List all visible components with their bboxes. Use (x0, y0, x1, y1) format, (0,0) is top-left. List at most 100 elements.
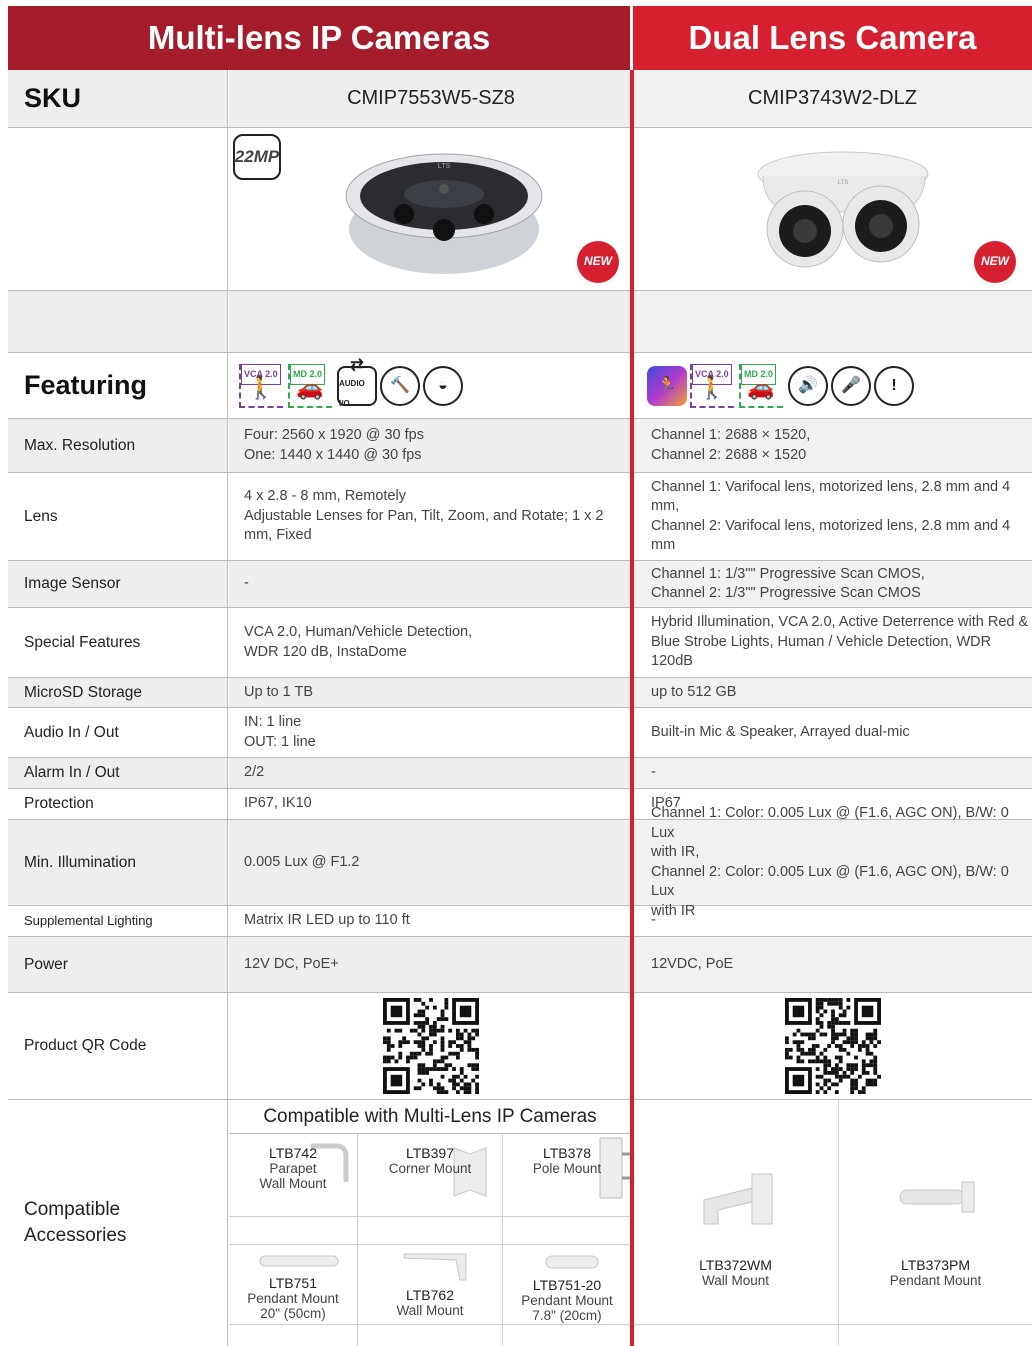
spec-label: Supplemental Lighting (8, 906, 228, 936)
22mp-badge: 22MP (233, 134, 281, 180)
multi-lens-camera-image: LTS (345, 153, 543, 274)
featuring-row: Featuring VCA 2.0 🚶 MD 2.0 🚗 ⇄ AUDIO I/O… (8, 353, 1032, 419)
blank-row (8, 291, 1032, 353)
accessory-item[interactable]: LTB397 Corner Mount (358, 1146, 502, 1177)
spec-right-value: Built-in Mic & Speaker, Arrayed dual-mic (651, 723, 910, 740)
accessory-desc: Wall Mount (396, 1303, 464, 1318)
header-dual-lens: Dual Lens Camera (633, 6, 1032, 70)
accessory-item[interactable]: LTB751 Pendant Mount 20" (50cm) (229, 1275, 357, 1322)
spec-row: Power 12V DC, PoE+ 12VDC, PoE (8, 937, 1032, 993)
vca-icon: VCA 2.0 🚶 (239, 363, 285, 408)
accessory-sku: LTB378 (543, 1145, 591, 1161)
spec-right-value: Channel 1: Color: 0.005 Lux @ (F1.6, AGC… (633, 805, 1032, 919)
featuring-label: Featuring (8, 353, 228, 418)
qr-code-right[interactable] (784, 998, 881, 1094)
spec-left-value: Up to 1 TB (229, 678, 633, 707)
accessory-item[interactable]: LTB373PM Pendant Mount (839, 1258, 1032, 1289)
microphone-icon: 🎤 (831, 365, 871, 406)
spec-left-value: Matrix IR LED up to 110 ft (244, 912, 410, 929)
accessory-item[interactable]: LTB751-20 Pendant Mount 7.8" (20cm) (503, 1277, 631, 1324)
accessory-desc: Corner Mount (388, 1161, 472, 1176)
accessory-sku: LTB751-20 (532, 1277, 602, 1293)
spec-label: Min. Illumination (8, 820, 228, 905)
featuring-left-icons: VCA 2.0 🚶 MD 2.0 🚗 ⇄ AUDIO I/O 🔨 ◒ (229, 353, 633, 418)
spec-row: Special Features VCA 2.0, Human/Vehicle D… (8, 608, 1032, 678)
spec-row: Max. Resolution Four: 2560 x 1920 @ 30 fp… (8, 419, 1032, 473)
accessory-desc: Wall Mount (701, 1273, 770, 1288)
md-icon: MD 2.0 🚗 (288, 363, 334, 408)
spec-label: Special Features (8, 608, 228, 677)
qr-code-left[interactable] (383, 998, 479, 1094)
accessory-desc: Parapet Wall Mount (259, 1161, 327, 1191)
wall-mount-762-image (403, 1253, 467, 1281)
spec-row: MicroSD Storage Up to 1 TB up to 512 GB (8, 678, 1032, 708)
blank-right (633, 291, 1032, 352)
spec-label: MicroSD Storage (8, 678, 228, 707)
new-badge-right: NEW (974, 241, 1016, 283)
accessory-desc: Pole Mount (532, 1161, 602, 1176)
spec-left-value: 2/2 (229, 758, 633, 788)
pendant-mount-20-image (259, 1255, 339, 1267)
image-label-empty (8, 128, 228, 290)
header-multi-lens-title: Multi-lens IP Cameras (147, 19, 491, 56)
accessory-sku: LTB742 (269, 1145, 317, 1161)
spec-left-value: 4 x 2.8 - 8 mm, Remotely Adjustable Lens… (244, 488, 604, 544)
spec-right-value: Channel 1: 1/3"" Progressive Scan CMOS, … (633, 561, 1032, 607)
sku-left: CMIP7553W5-SZ8 (229, 70, 633, 127)
spec-left-value: 12V DC, PoE+ (229, 937, 633, 992)
qr-left-cell (229, 993, 633, 1099)
hybrid-light-icon: 🏃 (647, 365, 687, 406)
accessory-sku: LTB762 (406, 1287, 454, 1303)
accessory-item[interactable]: LTB372WM Wall Mount (633, 1258, 838, 1289)
speaker-icon: 🔊 (788, 365, 828, 406)
spec-row: Min. Illumination 0.005 Lux @ F1.2 Channel… (8, 805, 1032, 919)
spec-right-value: 12VDC, PoE (633, 937, 1032, 992)
blank-left (229, 291, 633, 352)
featuring-right-icons: 🏃 VCA 2.0 🚶 MD 2.0 🚗 🔊 🎤 ! (633, 353, 1032, 418)
accessory-item[interactable]: LTB762 Wall Mount (358, 1287, 502, 1319)
spec-label: Power (8, 937, 228, 992)
spec-left-value: Four: 2560 x 1920 @ 30 fps One: 1440 x 1… (229, 419, 633, 472)
spec-label: Audio In / Out (8, 708, 228, 757)
vandal-resistant-icon: 🔨 (380, 365, 420, 406)
spec-row: Alarm In / Out 2/2- (8, 758, 1032, 789)
header-multi-lens: Multi-lens IP Cameras (8, 6, 630, 70)
spec-label: Protection (8, 789, 228, 819)
accessory-desc: Pendant Mount 7.8" (20cm) (521, 1293, 613, 1323)
spec-right-value: Hybrid Illumination, VCA 2.0, Active Det… (651, 614, 1029, 670)
header-dual-lens-title: Dual Lens Camera (688, 19, 977, 56)
spec-left-value: IN: 1 line OUT: 1 line (244, 714, 316, 750)
spec-left-value: 0.005 Lux @ F1.2 (229, 820, 633, 905)
product-image-row: 22MP LTS NEW LTS NEW (8, 128, 1032, 291)
pendant-mount-7-image (545, 1255, 599, 1269)
sku-right: CMIP3743W2-DLZ (633, 70, 1032, 127)
accessory-sku: LTB751 (269, 1275, 317, 1291)
qr-row: Product QR Code (8, 993, 1032, 1100)
sku-label: SKU (8, 70, 228, 127)
sku-row: SKU CMIP7553W5-SZ8 CMIP3743W2-DLZ (8, 70, 1032, 128)
accessories-label: Compatible Accessories (8, 1100, 228, 1346)
accessories-row: Compatible Accessories Compatible with M… (8, 1100, 1032, 1346)
accessory-item[interactable]: LTB742 Parapet Wall Mount (229, 1145, 357, 1192)
strobe-alarm-icon: ! (874, 365, 914, 406)
spec-label: Max. Resolution (8, 419, 228, 472)
blank-label (8, 291, 228, 352)
md-icon-right: MD 2.0 🚗 (739, 363, 785, 408)
spec-row: Image Sensor - Channel 1: 1/3"" Progressiv… (8, 561, 1032, 608)
pendant-mount-373-image (899, 1181, 975, 1213)
spec-right-value: - (651, 912, 656, 929)
vca-icon-right: VCA 2.0 🚶 (690, 363, 736, 408)
spec-row: Audio In / Out IN: 1 line OUT: 1 line Buil… (8, 708, 1032, 758)
spec-label: Alarm In / Out (8, 758, 228, 788)
qr-right-cell (633, 993, 1032, 1099)
accessory-item[interactable]: LTB378 Pole Mount (503, 1145, 631, 1177)
spec-row: Lens 4 x 2.8 - 8 mm, Remotely Adjustable … (8, 473, 1032, 561)
comparison-sheet: Multi-lens IP Cameras Dual Lens Camera S… (8, 6, 1032, 1346)
new-badge-left: NEW (577, 241, 619, 283)
spec-label: Lens (8, 473, 228, 560)
spec-right-value: - (633, 758, 1032, 788)
spec-label: Image Sensor (8, 561, 228, 607)
left-product-image: 22MP LTS NEW (229, 128, 633, 290)
spec-right-value: Channel 1: 2688 × 1520, Channel 2: 2688 … (633, 419, 1032, 472)
wall-mount-372-image (703, 1173, 773, 1225)
